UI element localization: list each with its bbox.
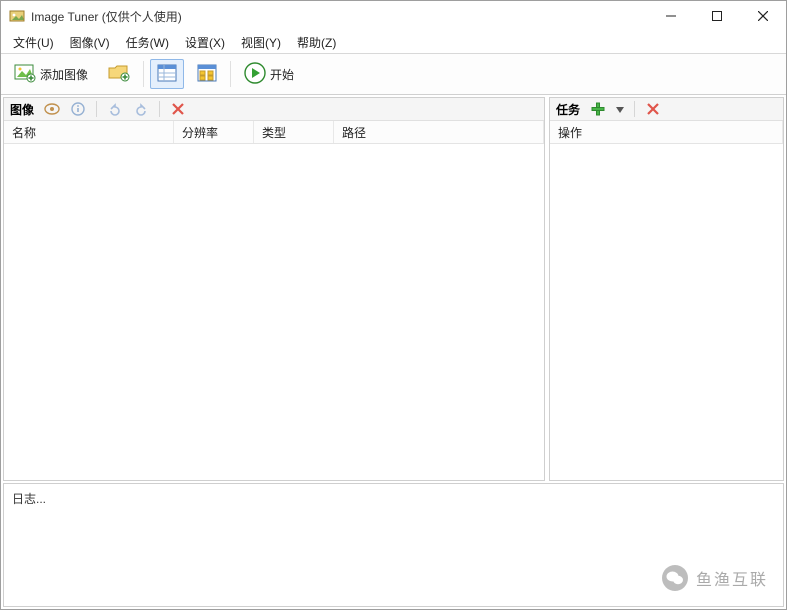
images-column-headers: 名称 分辨率 类型 路径 — [4, 121, 544, 144]
header-separator — [159, 101, 160, 117]
menu-image[interactable]: 图像(V) — [62, 32, 118, 53]
header-separator — [634, 101, 635, 117]
app-icon — [9, 8, 25, 24]
menubar: 文件(U) 图像(V) 任务(W) 设置(X) 视图(Y) 帮助(Z) — [1, 31, 786, 54]
details-view-icon — [157, 64, 177, 85]
column-path[interactable]: 路径 — [334, 121, 544, 143]
menu-file[interactable]: 文件(U) — [5, 32, 62, 53]
add-folder-button[interactable] — [101, 59, 137, 89]
main-area: 图像 名称 分 — [1, 95, 786, 483]
tasks-panel-header: 任务 — [550, 98, 783, 121]
menu-view[interactable]: 视图(Y) — [233, 32, 289, 53]
menu-help[interactable]: 帮助(Z) — [289, 32, 344, 53]
delete-icon[interactable] — [170, 101, 186, 117]
start-button[interactable]: 开始 — [237, 59, 301, 89]
rotate-right-icon[interactable] — [133, 101, 149, 117]
add-image-label: 添加图像 — [40, 66, 88, 83]
titlebar: Image Tuner (仅供个人使用) — [1, 1, 786, 31]
tasks-list[interactable] — [550, 144, 783, 480]
play-icon — [244, 62, 266, 87]
images-list[interactable] — [4, 144, 544, 480]
header-separator — [96, 101, 97, 117]
images-panel-title: 图像 — [10, 101, 34, 118]
details-view-button[interactable] — [150, 59, 184, 89]
tasks-panel: 任务 操作 — [549, 97, 784, 481]
close-button[interactable] — [740, 1, 786, 31]
column-operation[interactable]: 操作 — [550, 121, 783, 143]
image-add-icon — [14, 63, 36, 86]
images-panel-header: 图像 — [4, 98, 544, 121]
minimize-button[interactable] — [648, 1, 694, 31]
add-image-button[interactable]: 添加图像 — [7, 59, 95, 89]
menu-settings[interactable]: 设置(X) — [177, 32, 233, 53]
delete-task-icon[interactable] — [645, 101, 661, 117]
dropdown-icon[interactable] — [616, 102, 624, 116]
info-icon[interactable] — [70, 101, 86, 117]
toolbar: 添加图像 — [1, 54, 786, 95]
start-label: 开始 — [270, 66, 294, 83]
log-title: 日志... — [12, 492, 46, 506]
rotate-left-icon[interactable] — [107, 101, 123, 117]
preview-icon[interactable] — [44, 101, 60, 117]
column-name[interactable]: 名称 — [4, 121, 174, 143]
toolbar-separator — [143, 61, 144, 87]
menu-task[interactable]: 任务(W) — [118, 32, 177, 53]
images-panel: 图像 名称 分 — [3, 97, 545, 481]
column-type[interactable]: 类型 — [254, 121, 334, 143]
folder-add-icon — [108, 63, 130, 86]
add-task-icon[interactable] — [590, 101, 606, 117]
thumbnails-view-button[interactable] — [190, 59, 224, 89]
toolbar-separator — [230, 61, 231, 87]
tasks-column-headers: 操作 — [550, 121, 783, 144]
maximize-button[interactable] — [694, 1, 740, 31]
log-panel: 日志... — [3, 483, 784, 607]
tasks-panel-title: 任务 — [556, 101, 580, 118]
column-resolution[interactable]: 分辨率 — [174, 121, 254, 143]
window-title: Image Tuner (仅供个人使用) — [31, 8, 182, 25]
thumbnails-view-icon — [197, 64, 217, 85]
